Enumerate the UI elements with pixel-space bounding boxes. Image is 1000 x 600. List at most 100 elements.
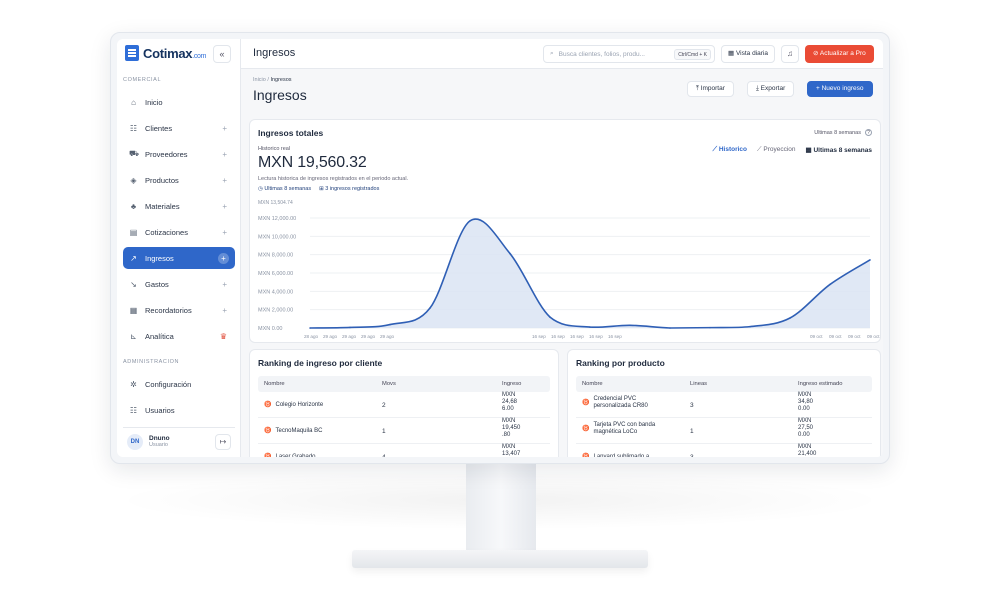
sidebar-item-materiales[interactable]: ♣ Materiales +: [123, 195, 235, 217]
calendar-icon: ▦: [129, 305, 138, 315]
row-amount: MXN 27,50 0.00: [798, 418, 814, 438]
import-button[interactable]: ⤒ Importar: [687, 81, 734, 97]
kpi-description: Lectura historica de ingresos registrado…: [258, 176, 409, 182]
plus-icon[interactable]: +: [222, 176, 227, 185]
row-name-text: Colegio Horizonte: [275, 402, 324, 408]
toggle-proyeccion[interactable]: ⟋ Proyeccion: [757, 146, 796, 154]
data-point[interactable]: [389, 323, 391, 326]
row-name-text: Laser Grabado: [275, 454, 316, 457]
document-icon: ▤: [129, 227, 138, 237]
upgrade-pro-button[interactable]: ⊘ Actualizar a Pro: [805, 45, 874, 63]
sidebar-item-label: Proveedores: [145, 149, 188, 159]
brand[interactable]: Cotimax.com: [125, 45, 206, 61]
data-point[interactable]: [669, 327, 671, 329]
data-point[interactable]: [589, 326, 591, 328]
sidebar-item-label: Clientes: [145, 123, 173, 133]
header-movs[interactable]: Movs: [382, 381, 396, 387]
plus-icon[interactable]: +: [222, 124, 227, 133]
sidebar-item-clientes[interactable]: ☷ Clientes +: [123, 117, 235, 139]
range-tag-label: Ultimas 8 semanas: [814, 130, 861, 136]
home-icon: ⌂: [131, 97, 136, 107]
x-tick-label: 16 sep: [608, 334, 622, 339]
data-point[interactable]: [469, 220, 471, 222]
data-point[interactable]: [709, 326, 711, 329]
data-point[interactable]: [749, 325, 751, 328]
row-amount: MXN 19,450 .80: [502, 418, 521, 438]
table-row[interactable]: ♉ Tarjeta PVC con banda magnética LoCo 1 MX…: [576, 418, 872, 444]
plus-icon[interactable]: +: [222, 280, 227, 289]
sidebar-item-cotizaciones[interactable]: ▤ Cotizaciones +: [123, 221, 235, 243]
data-point[interactable]: [349, 326, 351, 329]
header-ingreso[interactable]: Ingreso: [502, 381, 521, 387]
data-point[interactable]: [829, 283, 831, 286]
sidebar-item-productos[interactable]: ◈ Productos +: [123, 169, 235, 191]
data-point[interactable]: [429, 307, 431, 309]
sidebar-item-label: Analítica: [145, 331, 174, 341]
sidebar-item-configuracion[interactable]: ✲ Configuración: [123, 373, 235, 395]
toggle-range[interactable]: ▦ Ultimas 8 semanas: [806, 146, 872, 154]
sidebar-item-analitica[interactable]: ⊾ Analítica ♛: [123, 325, 235, 347]
plus-icon[interactable]: +: [222, 228, 227, 237]
brand-logo-icon: [125, 45, 139, 61]
x-tick-label: 16 sep: [551, 334, 565, 339]
table-row[interactable]: ♉ Credencial PVC personalizada CR80 3 MXN 3…: [576, 392, 872, 418]
user-profile[interactable]: DN Dnuno Usuario ↦: [123, 427, 235, 455]
header-ingreso-estimado[interactable]: Ingreso estimado: [798, 381, 842, 387]
plus-icon[interactable]: +: [222, 306, 227, 315]
data-point[interactable]: [309, 327, 311, 329]
sidebar-item-gastos[interactable]: ↘ Gastos +: [123, 273, 235, 295]
medal-icon: ♉: [264, 402, 272, 408]
x-tick-label: 09 oct: [867, 334, 880, 339]
data-point[interactable]: [789, 317, 791, 319]
table-row[interactable]: ♉Laser Grabado 4 MXN 13,407: [258, 444, 550, 457]
sidebar-item-label: Configuración: [145, 379, 192, 389]
x-tick-label: 29 ago: [342, 334, 356, 339]
header-nombre[interactable]: Nombre: [264, 381, 285, 387]
header-lineas[interactable]: Lineas: [690, 381, 707, 387]
row-amount: MXN 21,400: [798, 444, 817, 457]
breadcrumb: Inicio / Ingresos: [253, 77, 292, 83]
collapse-sidebar-button[interactable]: «: [213, 45, 231, 63]
new-income-button[interactable]: + Nuevo ingreso: [807, 81, 873, 97]
plus-icon[interactable]: +: [222, 150, 227, 159]
sidebar-item-proveedores[interactable]: ⛟ Proveedores +: [123, 143, 235, 165]
data-point[interactable]: [509, 252, 511, 255]
search-input[interactable]: ⌕ Busca clientes, folios, produ... Ctrl/…: [543, 45, 715, 63]
table-row[interactable]: ♉ Colegio Horizonte 2 MXN 24,68 6.00: [258, 392, 550, 418]
monitor-frame: Cotimax.com « COMERCIAL ⌂ Inicio ☷ Clientes…: [110, 32, 890, 464]
row-count: 2: [382, 402, 386, 409]
x-tick-label: 29 ago: [323, 334, 337, 339]
avatar: DN: [127, 433, 143, 450]
daily-view-button[interactable]: ▦ Vista diaria: [721, 45, 775, 63]
data-point[interactable]: [869, 259, 871, 261]
bell-icon[interactable]: ♫: [781, 45, 799, 63]
sidebar-item-inicio[interactable]: ⌂ Inicio: [123, 91, 235, 113]
header-nombre[interactable]: Nombre: [582, 381, 603, 387]
sidebar-item-ingresos[interactable]: ↗ Ingresos +: [123, 247, 235, 269]
section-label-admin: ADMINISTRACION: [123, 359, 180, 365]
table-row[interactable]: ♉ TecnoMaquila BC 1 MXN 19,450 .80: [258, 418, 550, 444]
data-point[interactable]: [549, 316, 551, 318]
medal-icon: ♉: [264, 454, 272, 457]
sidebar-item-recordatorios[interactable]: ▦ Recordatorios +: [123, 299, 235, 321]
row-name: ♉ Credencial PVC personalizada CR80: [582, 396, 648, 410]
row-name: ♉ Laser Grabado: [264, 454, 316, 457]
chart-mode-toggle: ⟋ Historico ⟋ Proyeccion ▦ Ultimas 8 sem…: [712, 146, 872, 154]
sidebar-item-label: Materiales: [145, 201, 180, 211]
help-icon[interactable]: ?: [865, 129, 872, 136]
range-tag: Ultimas 8 semanas?: [814, 129, 872, 136]
row-count: 4: [382, 454, 386, 457]
toggle-historico[interactable]: ⟋ Historico: [712, 146, 747, 154]
x-tick-label: 16 sep: [532, 334, 546, 339]
breadcrumb-root[interactable]: Inicio /: [253, 77, 269, 83]
row-name-text: Lanyard sublimado a: [593, 454, 650, 457]
sidebar-item-usuarios[interactable]: ☷ Usuarios: [123, 399, 235, 421]
table-row[interactable]: ♉Lanyard sublimado a 3 MXN 21,400: [576, 444, 872, 457]
data-point[interactable]: [629, 324, 631, 327]
export-button[interactable]: ⤓ Exportar: [747, 81, 795, 97]
chip-row: ◷ Ultimas 8 semanas ⊞ 3 ingresos registr…: [258, 186, 379, 192]
logout-icon[interactable]: ↦: [215, 433, 231, 450]
search-placeholder: Busca clientes, folios, produ...: [558, 50, 645, 58]
plus-icon[interactable]: +: [218, 252, 229, 264]
plus-icon[interactable]: +: [222, 202, 227, 211]
